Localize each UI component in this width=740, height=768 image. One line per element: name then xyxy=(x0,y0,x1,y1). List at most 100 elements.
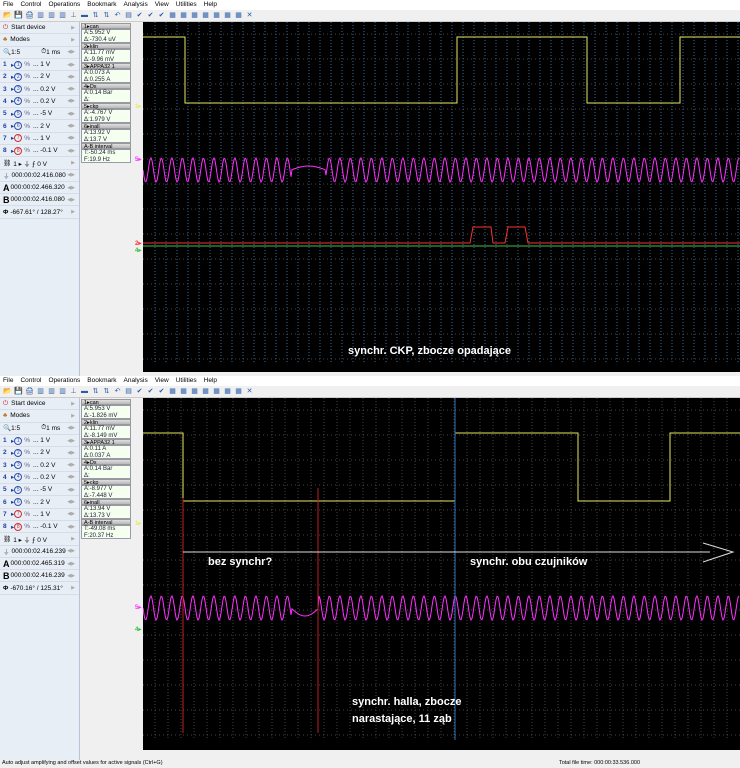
toolbar-button-3[interactable]: ▥ xyxy=(36,387,45,396)
channel-marker[interactable]: 1▸ xyxy=(135,103,141,110)
channel-7-row[interactable]: 7 ▸ 7%... 1 V ◀▶ xyxy=(0,509,79,521)
toolbar-button-20[interactable]: ▦ xyxy=(223,387,232,396)
toolbar-button-8[interactable]: ⇅ xyxy=(91,11,100,20)
channel-toggle-icon[interactable]: 2 xyxy=(14,448,23,457)
menu-utilities[interactable]: Utilities xyxy=(176,376,197,386)
toolbar-button-5[interactable]: ▥ xyxy=(58,387,67,396)
channel-4-row[interactable]: 4 ▸ 4%... 0.2 V ◀▶ xyxy=(0,96,79,109)
menu-operations[interactable]: Operations xyxy=(48,0,80,10)
toolbar-button-1[interactable]: 💾 xyxy=(14,387,23,396)
phase-row[interactable]: Φ -667.61° / 128.27° ▶ xyxy=(0,206,79,219)
toolbar-button-4[interactable]: ▥ xyxy=(47,387,56,396)
channel-3-row[interactable]: 3 ▸ 3%... 0.2 V ◀▶ xyxy=(0,459,79,472)
toolbar-button-20[interactable]: ▦ xyxy=(223,11,232,20)
toolbar-button-2[interactable]: 🖨 xyxy=(25,11,34,20)
channel-toggle-icon[interactable]: 4 xyxy=(14,473,23,482)
channel-8-row[interactable]: 8 ▸ 8%... -0.1 V ◀▶ xyxy=(0,521,79,534)
toolbar-button-17[interactable]: ▦ xyxy=(190,387,199,396)
cursor-time-row[interactable]: ⏚ 000:00:02.416.080 ◀▶ xyxy=(0,170,79,182)
modes-button[interactable]: ♣ Modes ▶ xyxy=(0,410,79,423)
menu-file[interactable]: File xyxy=(3,0,13,10)
start-device-button[interactable]: ⏻ Start device ▶ xyxy=(0,22,79,35)
toolbar-button-11[interactable]: ▤ xyxy=(124,387,133,396)
menu-view[interactable]: View xyxy=(155,0,169,10)
menu-bookmark[interactable]: Bookmark xyxy=(87,0,116,10)
channel-toggle-icon[interactable]: 5 xyxy=(14,485,23,494)
toolbar-button-9[interactable]: ⇅ xyxy=(102,11,111,20)
trigger-row[interactable]: ⛓ 1 ▸ ⏚ ⨍ 0 V ▶ xyxy=(0,533,79,546)
toolbar-button-0[interactable]: 📂 xyxy=(3,11,12,20)
menu-analysis[interactable]: Analysis xyxy=(124,376,148,386)
toolbar-button-3[interactable]: ▥ xyxy=(36,11,45,20)
toolbar-button-21[interactable]: ▦ xyxy=(234,11,243,20)
toolbar-button-4[interactable]: ▥ xyxy=(47,11,56,20)
channel-toggle-icon[interactable]: 2 xyxy=(14,72,23,81)
cursor-b-row[interactable]: B 000:00:02.416.080 ◀▶ xyxy=(0,194,79,207)
channel-marker[interactable]: 5▸ xyxy=(135,604,141,611)
toolbar-button-21[interactable]: ▦ xyxy=(234,387,243,396)
toolbar-button-15[interactable]: ▦ xyxy=(168,11,177,20)
menu-utilities[interactable]: Utilities xyxy=(176,0,197,10)
toolbar-button-19[interactable]: ▦ xyxy=(212,387,221,396)
menu-file[interactable]: File xyxy=(3,376,13,386)
toolbar-button-12[interactable]: ✔ xyxy=(135,11,144,20)
menu-control[interactable]: Control xyxy=(20,0,41,10)
toolbar-button-12[interactable]: ✔ xyxy=(135,387,144,396)
trigger-row[interactable]: ⛓ 1 ▸ ⏚ ⨍ 0 V ▶ xyxy=(0,157,79,170)
channel-toggle-icon[interactable]: 3 xyxy=(14,461,23,470)
toolbar-button-11[interactable]: ▤ xyxy=(124,11,133,20)
toolbar-button-22[interactable]: ✕ xyxy=(245,11,254,20)
menu-bookmark[interactable]: Bookmark xyxy=(87,376,116,386)
toolbar-button-17[interactable]: ▦ xyxy=(190,11,199,20)
channel-toggle-icon[interactable]: 6 xyxy=(14,498,23,507)
toolbar-button-2[interactable]: 🖨 xyxy=(25,387,34,396)
toolbar-button-5[interactable]: ▥ xyxy=(58,11,67,20)
toolbar-button-6[interactable]: ⊥ xyxy=(69,11,78,20)
cursor-a-row[interactable]: A 000:00:02.466.320 ◀▶ xyxy=(0,182,79,195)
channel-1-row[interactable]: 1 ▸ 1%... 1 V ◀▶ xyxy=(0,59,79,72)
oscilloscope-display[interactable] xyxy=(143,22,740,372)
toolbar-button-19[interactable]: ▦ xyxy=(212,11,221,20)
toolbar-button-10[interactable]: ↶ xyxy=(113,387,122,396)
toolbar-button-7[interactable]: ▬ xyxy=(80,387,89,396)
cursor-time-row[interactable]: ⏚ 000:00:02.416.239 ◀▶ xyxy=(0,546,79,558)
toolbar-button-18[interactable]: ▦ xyxy=(201,11,210,20)
zoom-timebase-row[interactable]: 🔍 1:5 ⏱ 1 ms ◀▶ xyxy=(0,423,79,435)
toolbar-button-16[interactable]: ▦ xyxy=(179,11,188,20)
menu-analysis[interactable]: Analysis xyxy=(124,0,148,10)
channel-8-row[interactable]: 8 ▸ 8%... -0.1 V ◀▶ xyxy=(0,145,79,158)
toolbar-button-22[interactable]: ✕ xyxy=(245,387,254,396)
channel-7-row[interactable]: 7 ▸ 7%... 1 V ◀▶ xyxy=(0,133,79,145)
channel-toggle-icon[interactable]: 8 xyxy=(14,522,23,531)
channel-toggle-icon[interactable]: 6 xyxy=(14,122,23,131)
channel-toggle-icon[interactable]: 7 xyxy=(14,134,23,143)
toolbar-button-10[interactable]: ↶ xyxy=(113,11,122,20)
toolbar-button-9[interactable]: ⇅ xyxy=(102,387,111,396)
toolbar-button-6[interactable]: ⊥ xyxy=(69,387,78,396)
menu-operations[interactable]: Operations xyxy=(48,376,80,386)
menu-help[interactable]: Help xyxy=(204,0,217,10)
channel-toggle-icon[interactable]: 8 xyxy=(14,146,23,155)
channel-2-row[interactable]: 2 ▸ 2%... 2 V ◀▶ xyxy=(0,71,79,84)
channel-toggle-icon[interactable]: 1 xyxy=(14,436,23,445)
channel-6-row[interactable]: 6 ▸ 6%... 2 V ◀▶ xyxy=(0,496,79,509)
channel-marker[interactable]: 5▸ xyxy=(135,156,141,163)
channel-5-row[interactable]: 5 ▸ 5%... -5 V ◀▶ xyxy=(0,108,79,121)
toolbar-button-1[interactable]: 💾 xyxy=(14,11,23,20)
toolbar-button-0[interactable]: 📂 xyxy=(3,387,12,396)
channel-3-row[interactable]: 3 ▸ 3%... 0.2 V ◀▶ xyxy=(0,83,79,96)
toolbar-button-15[interactable]: ▦ xyxy=(168,387,177,396)
toolbar-button-16[interactable]: ▦ xyxy=(179,387,188,396)
channel-6-row[interactable]: 6 ▸ 6%... 2 V ◀▶ xyxy=(0,120,79,133)
toolbar-button-18[interactable]: ▦ xyxy=(201,387,210,396)
menu-control[interactable]: Control xyxy=(20,376,41,386)
cursor-b-row[interactable]: B 000:00:02.416.239 ◀▶ xyxy=(0,570,79,583)
channel-marker[interactable]: 2▸ xyxy=(135,240,141,247)
channel-marker[interactable]: 4▸ xyxy=(135,247,141,254)
phase-row[interactable]: Φ -670.16° / 125.31° ▶ xyxy=(0,582,79,595)
channel-4-row[interactable]: 4 ▸ 4%... 0.2 V ◀▶ xyxy=(0,472,79,485)
toolbar-button-8[interactable]: ⇅ xyxy=(91,387,100,396)
toolbar-button-13[interactable]: ✔ xyxy=(146,387,155,396)
channel-marker[interactable]: 1▸ xyxy=(135,520,141,527)
toolbar-button-13[interactable]: ✔ xyxy=(146,11,155,20)
